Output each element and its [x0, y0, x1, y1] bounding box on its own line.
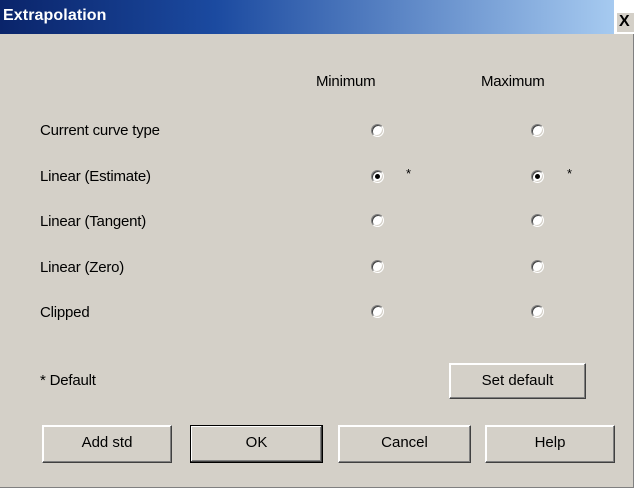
row-label-linear-estimate: Linear (Estimate)	[40, 168, 151, 185]
dialog-title: Extrapolation	[3, 7, 107, 24]
radio-min-linear-tangent[interactable]	[371, 214, 384, 227]
default-marker-max: *	[567, 166, 573, 181]
title-bar[interactable]: Extrapolation X	[0, 0, 634, 34]
row-label-clipped: Clipped	[40, 304, 90, 321]
default-note: * Default	[40, 372, 96, 389]
radio-min-current-curve-type[interactable]	[371, 124, 384, 137]
radio-max-linear-zero[interactable]	[531, 260, 544, 273]
help-button[interactable]: Help	[485, 425, 615, 463]
radio-max-current-curve-type[interactable]	[531, 124, 544, 137]
set-default-button[interactable]: Set default	[449, 363, 586, 399]
radio-min-clipped[interactable]	[371, 305, 384, 318]
add-std-button[interactable]: Add std	[42, 425, 172, 463]
close-icon: X	[619, 13, 630, 30]
ok-button[interactable]: OK	[190, 425, 323, 463]
cancel-button[interactable]: Cancel	[338, 425, 471, 463]
close-button[interactable]: X	[616, 12, 634, 32]
extrapolation-dialog: Extrapolation X Minimum Maximum Current …	[0, 0, 634, 488]
radio-min-linear-estimate[interactable]	[371, 170, 384, 183]
default-marker-min: *	[406, 166, 412, 181]
radio-max-linear-tangent[interactable]	[531, 214, 544, 227]
radio-max-clipped[interactable]	[531, 305, 544, 318]
radio-max-linear-estimate[interactable]	[531, 170, 544, 183]
row-label-linear-tangent: Linear (Tangent)	[40, 213, 147, 230]
radio-min-linear-zero[interactable]	[371, 260, 384, 273]
row-label-linear-zero: Linear (Zero)	[40, 259, 125, 276]
column-header-maximum: Maximum	[481, 73, 545, 90]
column-header-minimum: Minimum	[316, 73, 376, 90]
row-label-current-curve-type: Current curve type	[40, 122, 160, 139]
